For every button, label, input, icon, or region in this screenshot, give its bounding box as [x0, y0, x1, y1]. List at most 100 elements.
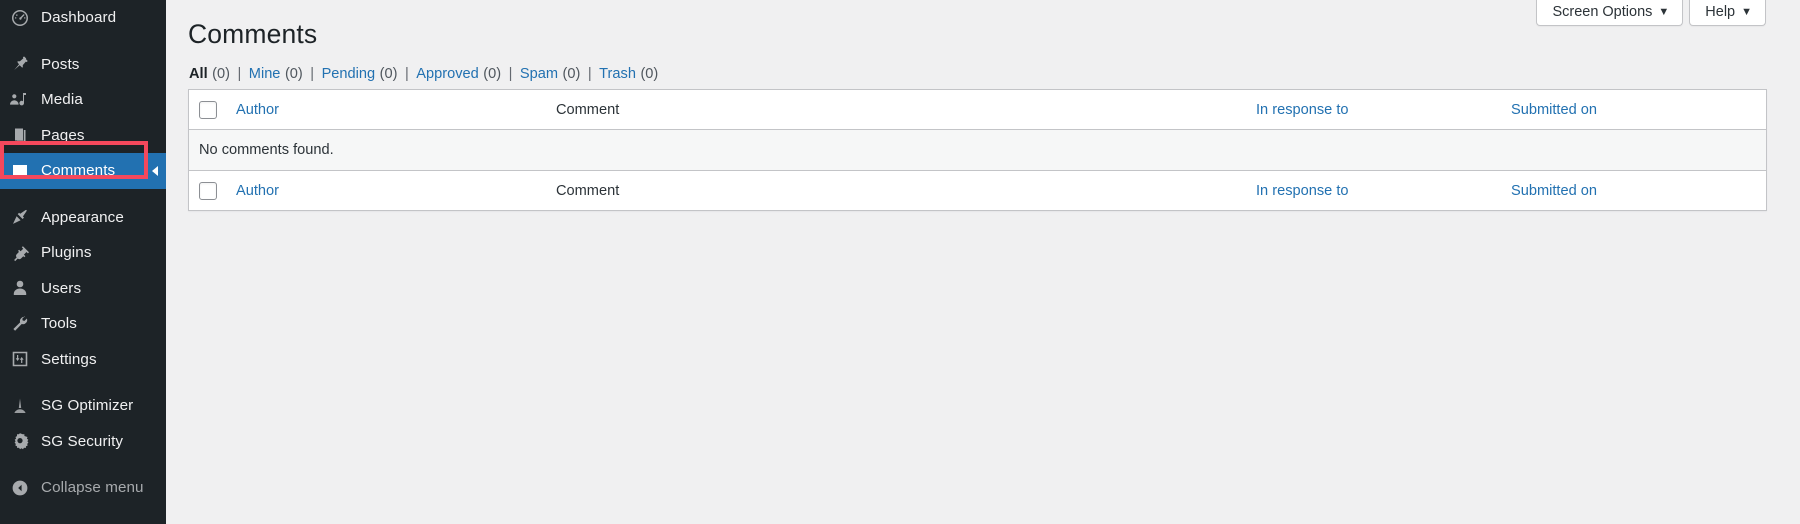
- sidebar-item-plugins[interactable]: Plugins: [0, 235, 166, 271]
- wrench-icon: [8, 314, 32, 334]
- chevron-down-icon: ▼: [1741, 6, 1752, 18]
- sidebar-item-comments[interactable]: Comments: [0, 153, 166, 189]
- filter-link-spam[interactable]: Spam: [520, 66, 558, 82]
- filter-item-spam[interactable]: Spam (0) |: [520, 66, 599, 82]
- pin-icon: [8, 54, 32, 74]
- sidebar-item-label: SG Security: [41, 432, 124, 450]
- sidebar-item-media[interactable]: Media: [0, 82, 166, 118]
- column-header-in-response-to[interactable]: In response to: [1256, 90, 1511, 131]
- filter-count-approved: (0): [483, 66, 502, 83]
- screen-options-button[interactable]: Screen Options ▼: [1536, 0, 1684, 26]
- dashboard-icon: [8, 8, 32, 28]
- sidebar-item-tools[interactable]: Tools: [0, 306, 166, 342]
- table-foot: Author Comment In response to Submitted …: [189, 170, 1766, 211]
- user-icon: [8, 278, 32, 298]
- column-label-comment: Comment: [556, 101, 620, 118]
- sidebar-item-settings[interactable]: Settings: [0, 342, 166, 378]
- filter-divider: |: [404, 66, 409, 83]
- sidebar-item-label: Posts: [41, 55, 80, 73]
- sliders-icon: [8, 349, 32, 369]
- no-items-cell: No comments found.: [189, 130, 1766, 171]
- sidebar-item-label: SG Optimizer: [41, 397, 134, 415]
- page-icon: [8, 125, 32, 145]
- filter-link-all[interactable]: All: [189, 66, 208, 82]
- filter-divider: |: [237, 66, 242, 83]
- help-label: Help: [1705, 4, 1736, 20]
- comments-table-container: Author Comment In response to Submitted …: [188, 89, 1767, 212]
- filter-count-mine: (0): [284, 66, 303, 83]
- no-comments-found-message: No comments found.: [199, 142, 334, 159]
- table-body: No comments found.: [189, 130, 1766, 171]
- filter-link-pending[interactable]: Pending: [322, 66, 376, 82]
- collapse-menu-label: Collapse menu: [41, 479, 144, 497]
- plug-icon: [8, 243, 32, 263]
- filter-count-all: (0): [212, 66, 230, 83]
- menu-separator: [0, 377, 166, 388]
- select-all-footer: [189, 170, 236, 211]
- sidebar-item-posts[interactable]: Posts: [0, 47, 166, 83]
- sidebar-item-label: Comments: [41, 162, 116, 180]
- sidebar-item-sg-optimizer[interactable]: SG Optimizer: [0, 388, 166, 424]
- select-all-header: [189, 90, 236, 131]
- comment-bubble-icon: [8, 161, 32, 181]
- sidebar-item-dashboard[interactable]: Dashboard: [0, 0, 166, 36]
- filter-link-mine[interactable]: Mine: [249, 66, 281, 82]
- column-header-author[interactable]: Author: [236, 90, 556, 131]
- filter-item-all[interactable]: All (0) |: [189, 66, 249, 82]
- filter-divider: |: [310, 66, 315, 83]
- collapse-menu-button[interactable]: Collapse menu: [0, 470, 166, 506]
- chevron-down-icon: ▼: [1658, 6, 1670, 18]
- menu-separator: [0, 36, 166, 47]
- table-head: Author Comment In response to Submitted …: [189, 90, 1766, 131]
- filter-divider: |: [508, 66, 513, 83]
- sort-link-author[interactable]: Author: [236, 102, 279, 118]
- paintbrush-icon: [8, 207, 32, 227]
- media-icon: [8, 90, 32, 110]
- sg-optimizer-icon: [8, 396, 32, 416]
- sidebar-item-label: Appearance: [41, 208, 124, 226]
- help-button[interactable]: Help ▼: [1689, 0, 1766, 26]
- filter-item-approved[interactable]: Approved (0) |: [416, 66, 520, 82]
- current-item-caret-icon: [152, 165, 158, 176]
- sg-security-shield-icon: [8, 431, 32, 451]
- column-footer-in-response-to[interactable]: In response to: [1256, 170, 1511, 211]
- table-footer-row: Author Comment In response to Submitted …: [189, 170, 1766, 211]
- sidebar-item-label: Dashboard: [41, 9, 117, 27]
- sidebar-item-users[interactable]: Users: [0, 271, 166, 307]
- table-empty-row: No comments found.: [189, 130, 1766, 171]
- sidebar-item-label: Settings: [41, 350, 97, 368]
- filter-item-mine[interactable]: Mine (0) |: [249, 66, 322, 82]
- table-header-row: Author Comment In response to Submitted …: [189, 90, 1766, 131]
- sidebar-item-label: Plugins: [41, 244, 92, 262]
- sidebar-item-label: Tools: [41, 315, 77, 333]
- column-footer-comment: Comment: [556, 170, 1256, 211]
- sort-link-in-response-to-footer[interactable]: In response to: [1256, 183, 1349, 199]
- sort-link-submitted-on[interactable]: Submitted on: [1511, 102, 1597, 118]
- wp-admin-screen: Dashboard Posts Media Pages Comments App…: [0, 0, 1800, 524]
- column-label-comment-footer: Comment: [556, 182, 620, 199]
- filter-item-trash[interactable]: Trash (0): [599, 66, 658, 82]
- sort-link-submitted-on-footer[interactable]: Submitted on: [1511, 183, 1597, 199]
- filter-count-spam: (0): [562, 66, 581, 83]
- filter-count-trash: (0): [640, 66, 659, 83]
- filter-link-approved[interactable]: Approved: [416, 66, 478, 82]
- sidebar-item-appearance[interactable]: Appearance: [0, 200, 166, 236]
- column-footer-submitted-on[interactable]: Submitted on: [1511, 170, 1766, 211]
- column-header-submitted-on[interactable]: Submitted on: [1511, 90, 1766, 131]
- main-content: Screen Options ▼ Help ▼ Comments All (0) |…: [166, 0, 1800, 524]
- column-footer-author[interactable]: Author: [236, 170, 556, 211]
- sidebar-item-pages[interactable]: Pages: [0, 118, 166, 154]
- filter-count-pending: (0): [379, 66, 398, 83]
- sidebar-item-label: Media: [41, 91, 83, 109]
- sidebar-item-sg-security[interactable]: SG Security: [0, 424, 166, 460]
- filter-divider: |: [587, 66, 592, 83]
- filter-item-pending[interactable]: Pending (0) |: [322, 66, 417, 82]
- screen-options-label: Screen Options: [1552, 4, 1653, 20]
- sort-link-in-response-to[interactable]: In response to: [1256, 102, 1349, 118]
- filter-link-trash[interactable]: Trash: [599, 66, 636, 82]
- sort-link-author-footer[interactable]: Author: [236, 183, 279, 199]
- column-header-comment: Comment: [556, 90, 1256, 131]
- select-all-checkbox-top[interactable]: [199, 100, 217, 119]
- select-all-checkbox-bottom[interactable]: [199, 181, 217, 200]
- comments-table: Author Comment In response to Submitted …: [188, 89, 1767, 212]
